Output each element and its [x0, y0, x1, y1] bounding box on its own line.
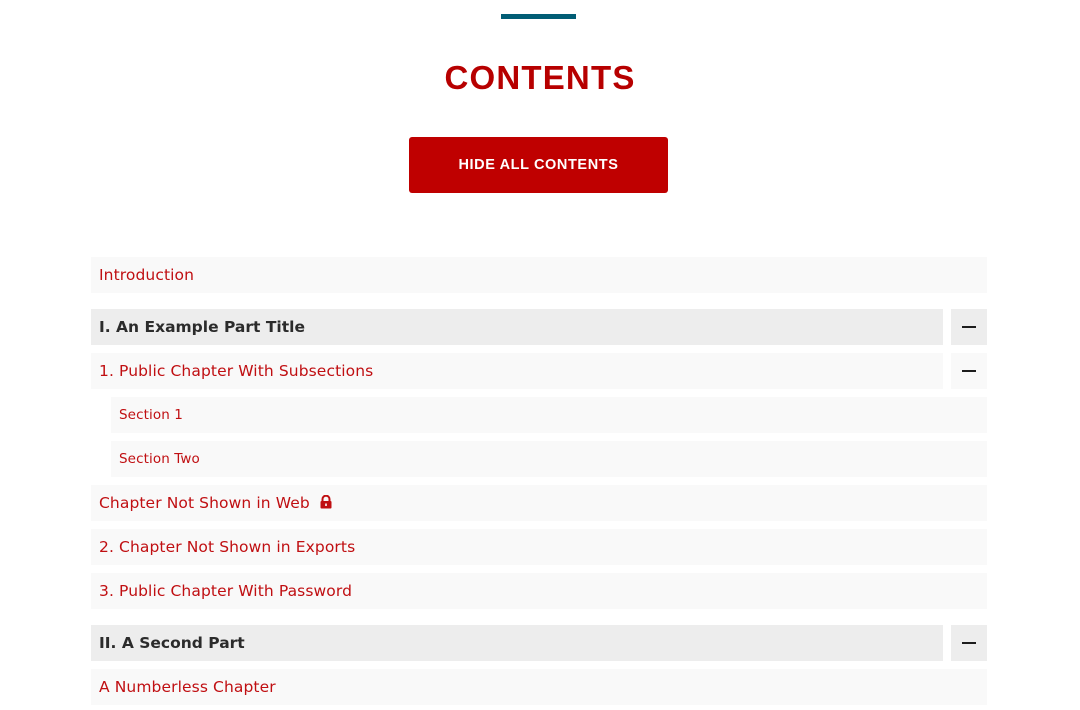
- section-1-link[interactable]: Section 1: [119, 407, 183, 423]
- chapter-not-shown-web-link[interactable]: Chapter Not Shown in Web: [99, 494, 310, 512]
- toc-section: Section Two: [111, 441, 987, 477]
- part-title: I. An Example Part Title: [99, 318, 305, 336]
- introduction-link[interactable]: Introduction: [99, 266, 194, 284]
- collapse-part-1-button[interactable]: [951, 309, 987, 345]
- toc-section: Section 1: [111, 397, 987, 433]
- page-title: CONTENTS: [444, 59, 636, 96]
- toc-chapter-hidden-web: Chapter Not Shown in Web: [91, 485, 987, 521]
- hide-all-contents-button[interactable]: HIDE ALL CONTENTS: [409, 137, 668, 193]
- numberless-chapter-link[interactable]: A Numberless Chapter: [99, 678, 276, 696]
- toc-chapter-1: 1. Public Chapter With Subsections: [91, 353, 987, 389]
- minus-icon: [962, 641, 976, 645]
- minus-icon: [962, 369, 976, 373]
- chapter-1-link[interactable]: 1. Public Chapter With Subsections: [99, 362, 373, 380]
- decorative-rule: [501, 14, 576, 19]
- minus-icon: [962, 325, 976, 329]
- toc-part-1: I. An Example Part Title: [91, 309, 987, 345]
- toc-item-introduction: Introduction: [91, 257, 987, 293]
- toc-chapter-2: 2. Chapter Not Shown in Exports: [91, 529, 987, 565]
- lock-icon: [319, 494, 333, 513]
- collapse-chapter-1-button[interactable]: [951, 353, 987, 389]
- part-title: II. A Second Part: [99, 634, 245, 652]
- chapter-3-link[interactable]: 3. Public Chapter With Password: [99, 582, 352, 600]
- toc-chapter-numberless: A Numberless Chapter: [91, 669, 987, 705]
- section-two-link[interactable]: Section Two: [119, 451, 200, 467]
- chapter-2-link[interactable]: 2. Chapter Not Shown in Exports: [99, 538, 355, 556]
- toc-chapter-3: 3. Public Chapter With Password: [91, 573, 987, 609]
- toc-part-2: II. A Second Part: [91, 625, 987, 661]
- collapse-part-2-button[interactable]: [951, 625, 987, 661]
